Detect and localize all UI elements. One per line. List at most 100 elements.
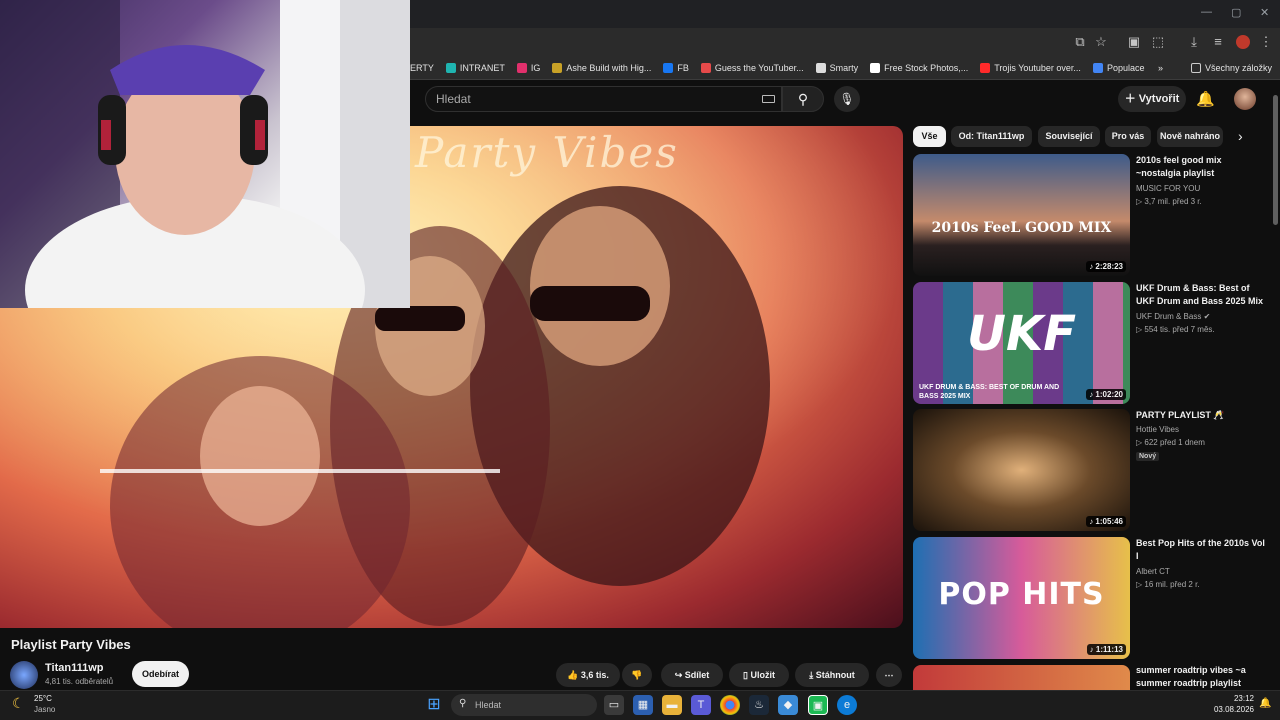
bookmark-item[interactable]: IG — [516, 62, 540, 73]
chrome-icon[interactable] — [720, 695, 740, 715]
recommendation-meta: ▷ 16 mil. před 2 r. — [1136, 580, 1200, 589]
recommendation-thumbnail[interactable] — [913, 665, 1130, 690]
recommendation-meta: ▷ 3,7 mil. před 3 r. — [1136, 197, 1202, 206]
create-button[interactable]: ＋ Vytvořit — [1118, 86, 1186, 112]
thumbs-down-icon: 👎 — [631, 670, 643, 680]
taskbar-search[interactable]: Hledat — [451, 694, 597, 716]
puzzle-icon[interactable]: ⬚ — [1150, 34, 1166, 50]
recommendation-thumbnail[interactable]: POP HITS ♪ 1:11:13 — [913, 537, 1130, 659]
chevron-right-icon[interactable]: » — [1158, 63, 1163, 73]
thumbnail-text: UKF — [967, 306, 1076, 362]
recommendation-title[interactable]: 2010s feel good mix ~nostalgia playlist — [1136, 154, 1266, 180]
recommendation-thumbnail[interactable]: ♪ 1:05:46 — [913, 409, 1130, 531]
menu-icon[interactable]: ⋮ — [1258, 34, 1274, 50]
search-input[interactable]: Hledat — [425, 86, 782, 112]
active-app-icon[interactable]: ▣ — [808, 695, 828, 715]
share-icon: ↪ — [674, 670, 685, 680]
clock-date[interactable]: 03.08.2026 — [1208, 705, 1254, 714]
thumbnail-text: POP HITS — [938, 577, 1105, 612]
bookmark-item[interactable]: Trojis Youtuber over... — [980, 62, 1081, 73]
minimize-button[interactable]: — — [1201, 6, 1212, 18]
chip-all[interactable]: Vše — [913, 126, 946, 147]
bookmark-item[interactable]: INTRANET — [445, 62, 505, 73]
recommendation-channel[interactable]: MUSIC FOR YOU — [1136, 184, 1200, 193]
thumbnail-text: 2010s FeeL GOOD MIX — [931, 220, 1112, 236]
bookmark-favicon-icon — [870, 62, 881, 73]
bell-icon[interactable]: 🔔 — [1196, 90, 1215, 108]
all-bookmarks-folder[interactable]: Všechny záložky — [1190, 62, 1272, 73]
account-avatar[interactable] — [1234, 88, 1256, 110]
recommendation-channel[interactable]: Hottie Vibes — [1136, 425, 1179, 434]
dislike-button[interactable]: 👎 — [622, 663, 652, 687]
thumbs-up-icon: 👍 — [567, 670, 581, 680]
microphone-icon: 🎙 — [839, 92, 855, 106]
recommendation-title[interactable]: Best Pop Hits of the 2010s Vol I — [1136, 537, 1266, 563]
search-button[interactable]: ⚲ — [782, 86, 824, 112]
edge-icon[interactable]: e — [837, 695, 857, 715]
recommendation-channel[interactable]: UKF Drum & Bass ✔ — [1136, 312, 1210, 321]
search-icon: ⚲ — [459, 698, 467, 709]
close-button[interactable]: ✕ — [1260, 6, 1269, 19]
duration-badge: ♪ 1:11:13 — [1086, 644, 1126, 655]
weather-temp[interactable]: 25°C — [34, 694, 52, 703]
recommendation-thumbnail[interactable]: 2010s FeeL GOOD MIX ♪ 2:28:23 — [913, 154, 1130, 276]
download-button[interactable]: ⤓ Stáhnout — [795, 663, 869, 687]
recommendation-title[interactable]: UKF Drum & Bass: Best of UKF Drum and Ba… — [1136, 282, 1266, 308]
bookmark-star-icon[interactable]: ☆ — [1093, 34, 1109, 50]
scrollbar-thumb[interactable] — [1273, 95, 1278, 225]
bookmark-item[interactable]: Free Stock Photos,... — [870, 62, 968, 73]
subscribe-button[interactable]: Odebírat — [132, 661, 189, 687]
more-icon: ⋯ — [884, 670, 894, 680]
keyboard-icon[interactable] — [762, 95, 775, 103]
duration-badge: ♪ 1:02:20 — [1086, 389, 1126, 400]
bookmark-item[interactable]: FB — [663, 62, 689, 73]
chevron-right-icon[interactable]: › — [1238, 128, 1243, 144]
bookmark-label: INTRANET — [459, 62, 505, 73]
cast-icon[interactable]: ⧉ — [1072, 34, 1088, 50]
webcam-overlay — [0, 0, 410, 308]
like-button[interactable]: 👍 3,6 tis. — [556, 663, 620, 687]
bookmark-label: ERTY — [410, 62, 434, 73]
clock-time[interactable]: 23:12 — [1212, 694, 1254, 703]
bookmark-item[interactable]: Populace — [1092, 62, 1144, 73]
bookmark-label: Guess the YouTuber... — [714, 62, 804, 73]
task-view-icon[interactable]: ▭ — [604, 695, 624, 715]
bookmark-favicon-icon — [552, 62, 563, 73]
extension-icon[interactable]: ▣ — [1126, 34, 1142, 50]
bookmark-item[interactable]: ERTY — [410, 63, 434, 73]
duration-badge: ♪ 1:05:46 — [1086, 516, 1126, 527]
profile-avatar[interactable] — [1236, 35, 1250, 49]
bookmark-favicon-icon — [815, 62, 826, 73]
channel-name[interactable]: Titan111wp — [45, 662, 104, 674]
file-explorer-icon[interactable]: ▬ — [662, 695, 682, 715]
plus-icon: ＋ — [1124, 93, 1139, 105]
voice-search-button[interactable]: 🎙 — [834, 86, 860, 112]
app-icon[interactable]: ◆ — [778, 695, 798, 715]
new-badge: Nový — [1136, 452, 1160, 461]
windows-start-icon[interactable]: ⊞ — [424, 695, 444, 715]
recommendation-title[interactable]: summer roadtrip vibes ~a summer roadtrip… — [1136, 664, 1266, 690]
weather-icon: ☾ — [12, 695, 25, 711]
channel-avatar[interactable] — [10, 661, 38, 689]
bookmark-item[interactable]: Guess the YouTuber... — [700, 62, 804, 73]
folder-icon — [1190, 62, 1201, 73]
widgets-icon[interactable]: ▦ — [633, 695, 653, 715]
chip-for-you[interactable]: Pro vás — [1105, 126, 1151, 147]
save-button[interactable]: ▯ Uložit — [729, 663, 789, 687]
download-icon[interactable]: ⤓ — [1186, 34, 1202, 50]
bookmark-item[interactable]: Ashe Build with Hig... — [552, 62, 651, 73]
chip-recently-uploaded[interactable]: Nově nahráno — [1157, 126, 1223, 147]
notification-icon[interactable]: 🔔 — [1259, 698, 1271, 709]
teams-icon[interactable]: T — [691, 695, 711, 715]
recommendation-thumbnail[interactable]: UKF UKF DRUM & BASS: BEST OF DRUM AND BA… — [913, 282, 1130, 404]
steam-icon[interactable]: ♨ — [749, 695, 769, 715]
media-icon[interactable]: ≡ — [1210, 34, 1226, 50]
recommendation-channel[interactable]: Albert CT — [1136, 567, 1170, 576]
chip-related[interactable]: Související — [1038, 126, 1100, 147]
recommendation-title[interactable]: PARTY PLAYLIST 🥂 — [1136, 409, 1266, 422]
bookmark-item[interactable]: Smarty — [815, 62, 858, 73]
more-actions-button[interactable]: ⋯ — [876, 663, 902, 687]
share-button[interactable]: ↪ Sdílet — [661, 663, 723, 687]
maximize-button[interactable]: ▢ — [1231, 6, 1241, 19]
chip-from-channel[interactable]: Od: Titan111wp — [951, 126, 1032, 147]
